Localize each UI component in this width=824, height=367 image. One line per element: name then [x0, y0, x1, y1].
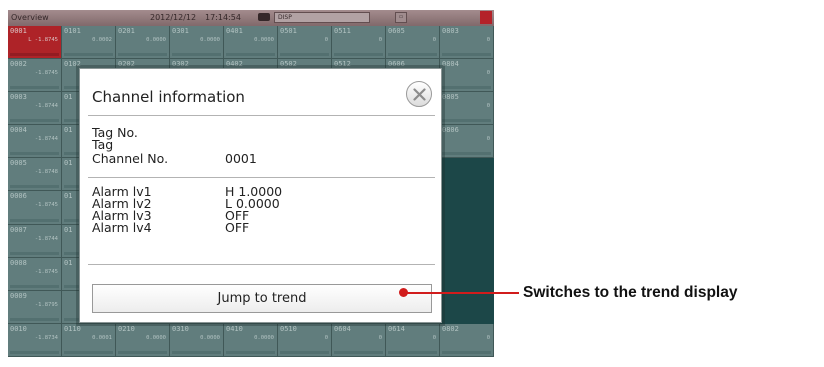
divider [88, 264, 435, 265]
channel-information-dialog: Channel information Tag No. Tag Channel … [79, 68, 442, 323]
callout-label: Switches to the trend display [523, 284, 738, 301]
divider [88, 177, 435, 178]
close-icon [413, 88, 426, 101]
divider [88, 115, 435, 116]
close-button[interactable] [406, 81, 432, 107]
alarm-lv4-label: Alarm lv4 [92, 220, 152, 235]
dialog-title: Channel information [92, 88, 245, 106]
alarm-lv4-value: OFF [225, 220, 250, 235]
tag-label: Tag [92, 137, 114, 152]
channel-no-label: Channel No. [92, 151, 169, 166]
device-screen: Overview 2012/12/12 17:14:54 DISP ▭ 0001… [8, 10, 494, 357]
callout-line [405, 292, 519, 294]
jump-to-trend-button[interactable]: Jump to trend [92, 284, 432, 313]
channel-no-value: 0001 [225, 151, 257, 166]
